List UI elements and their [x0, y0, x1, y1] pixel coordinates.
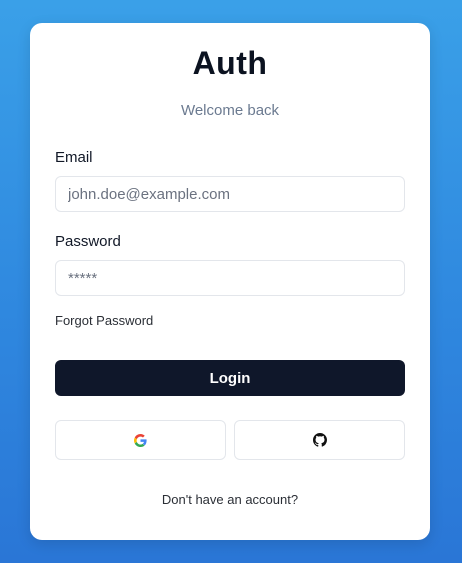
password-label: Password	[55, 233, 121, 250]
github-icon	[312, 433, 327, 447]
email-input[interactable]	[55, 176, 405, 212]
page-title: Auth	[192, 45, 268, 81]
page-subtitle: Welcome back	[180, 102, 280, 119]
google-icon	[134, 433, 147, 447]
login-card: Auth Welcome back Email Password Forgot …	[30, 23, 430, 540]
login-button[interactable]: Login	[55, 360, 405, 396]
signup-link[interactable]: Don't have an account?	[30, 492, 430, 507]
email-label: Email	[55, 149, 93, 166]
password-input[interactable]	[55, 260, 405, 296]
forgot-password-link[interactable]: Forgot Password	[55, 313, 153, 328]
google-login-button[interactable]	[55, 420, 226, 460]
github-login-button[interactable]	[234, 420, 405, 460]
